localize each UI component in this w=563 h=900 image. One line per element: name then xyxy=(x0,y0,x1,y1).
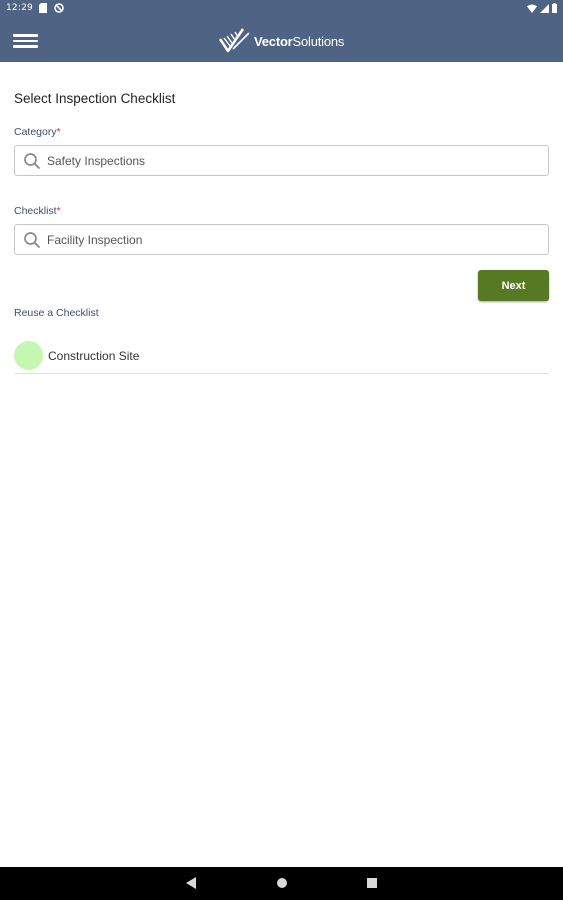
reuse-item-avatar xyxy=(14,341,43,370)
sim-card-icon xyxy=(39,3,47,13)
status-system-icons xyxy=(527,3,557,13)
search-icon xyxy=(24,152,40,169)
page-title: Select Inspection Checklist xyxy=(14,91,176,106)
required-marker: * xyxy=(56,205,61,217)
vector-logo-mark-icon xyxy=(219,28,250,53)
status-time: 12:29 xyxy=(6,3,33,13)
category-input[interactable] xyxy=(47,153,527,168)
back-triangle-icon[interactable] xyxy=(184,876,198,890)
required-marker: * xyxy=(56,126,61,138)
checklist-search-field[interactable] xyxy=(14,224,549,255)
vector-solutions-logo: VectorSolutions xyxy=(219,27,344,55)
do-not-disturb-icon xyxy=(54,3,64,13)
checklist-label: Checklist* xyxy=(14,205,61,217)
hamburger-menu-icon[interactable] xyxy=(13,34,39,48)
battery-icon xyxy=(552,3,557,13)
reuse-list-item[interactable]: Construction Site xyxy=(14,338,549,374)
reuse-item-label: Construction Site xyxy=(48,348,140,363)
checklist-input[interactable] xyxy=(47,232,527,247)
category-search-field[interactable] xyxy=(14,145,549,176)
search-icon xyxy=(24,231,40,248)
brand-name: VectorSolutions xyxy=(254,33,345,49)
wifi-icon xyxy=(527,4,537,13)
android-nav-bar xyxy=(0,867,563,900)
status-notification-icons xyxy=(39,3,64,13)
signal-icon xyxy=(540,3,549,13)
status-bar: 12:29 xyxy=(0,0,563,18)
next-button[interactable]: Next xyxy=(478,270,549,301)
recents-square-icon[interactable] xyxy=(365,876,379,890)
home-circle-icon[interactable] xyxy=(275,876,289,890)
category-label: Category* xyxy=(14,126,61,138)
reuse-checklist-label: Reuse a Checklist xyxy=(14,307,99,319)
app-header: 12:29 VectorSolutions xyxy=(0,0,563,62)
